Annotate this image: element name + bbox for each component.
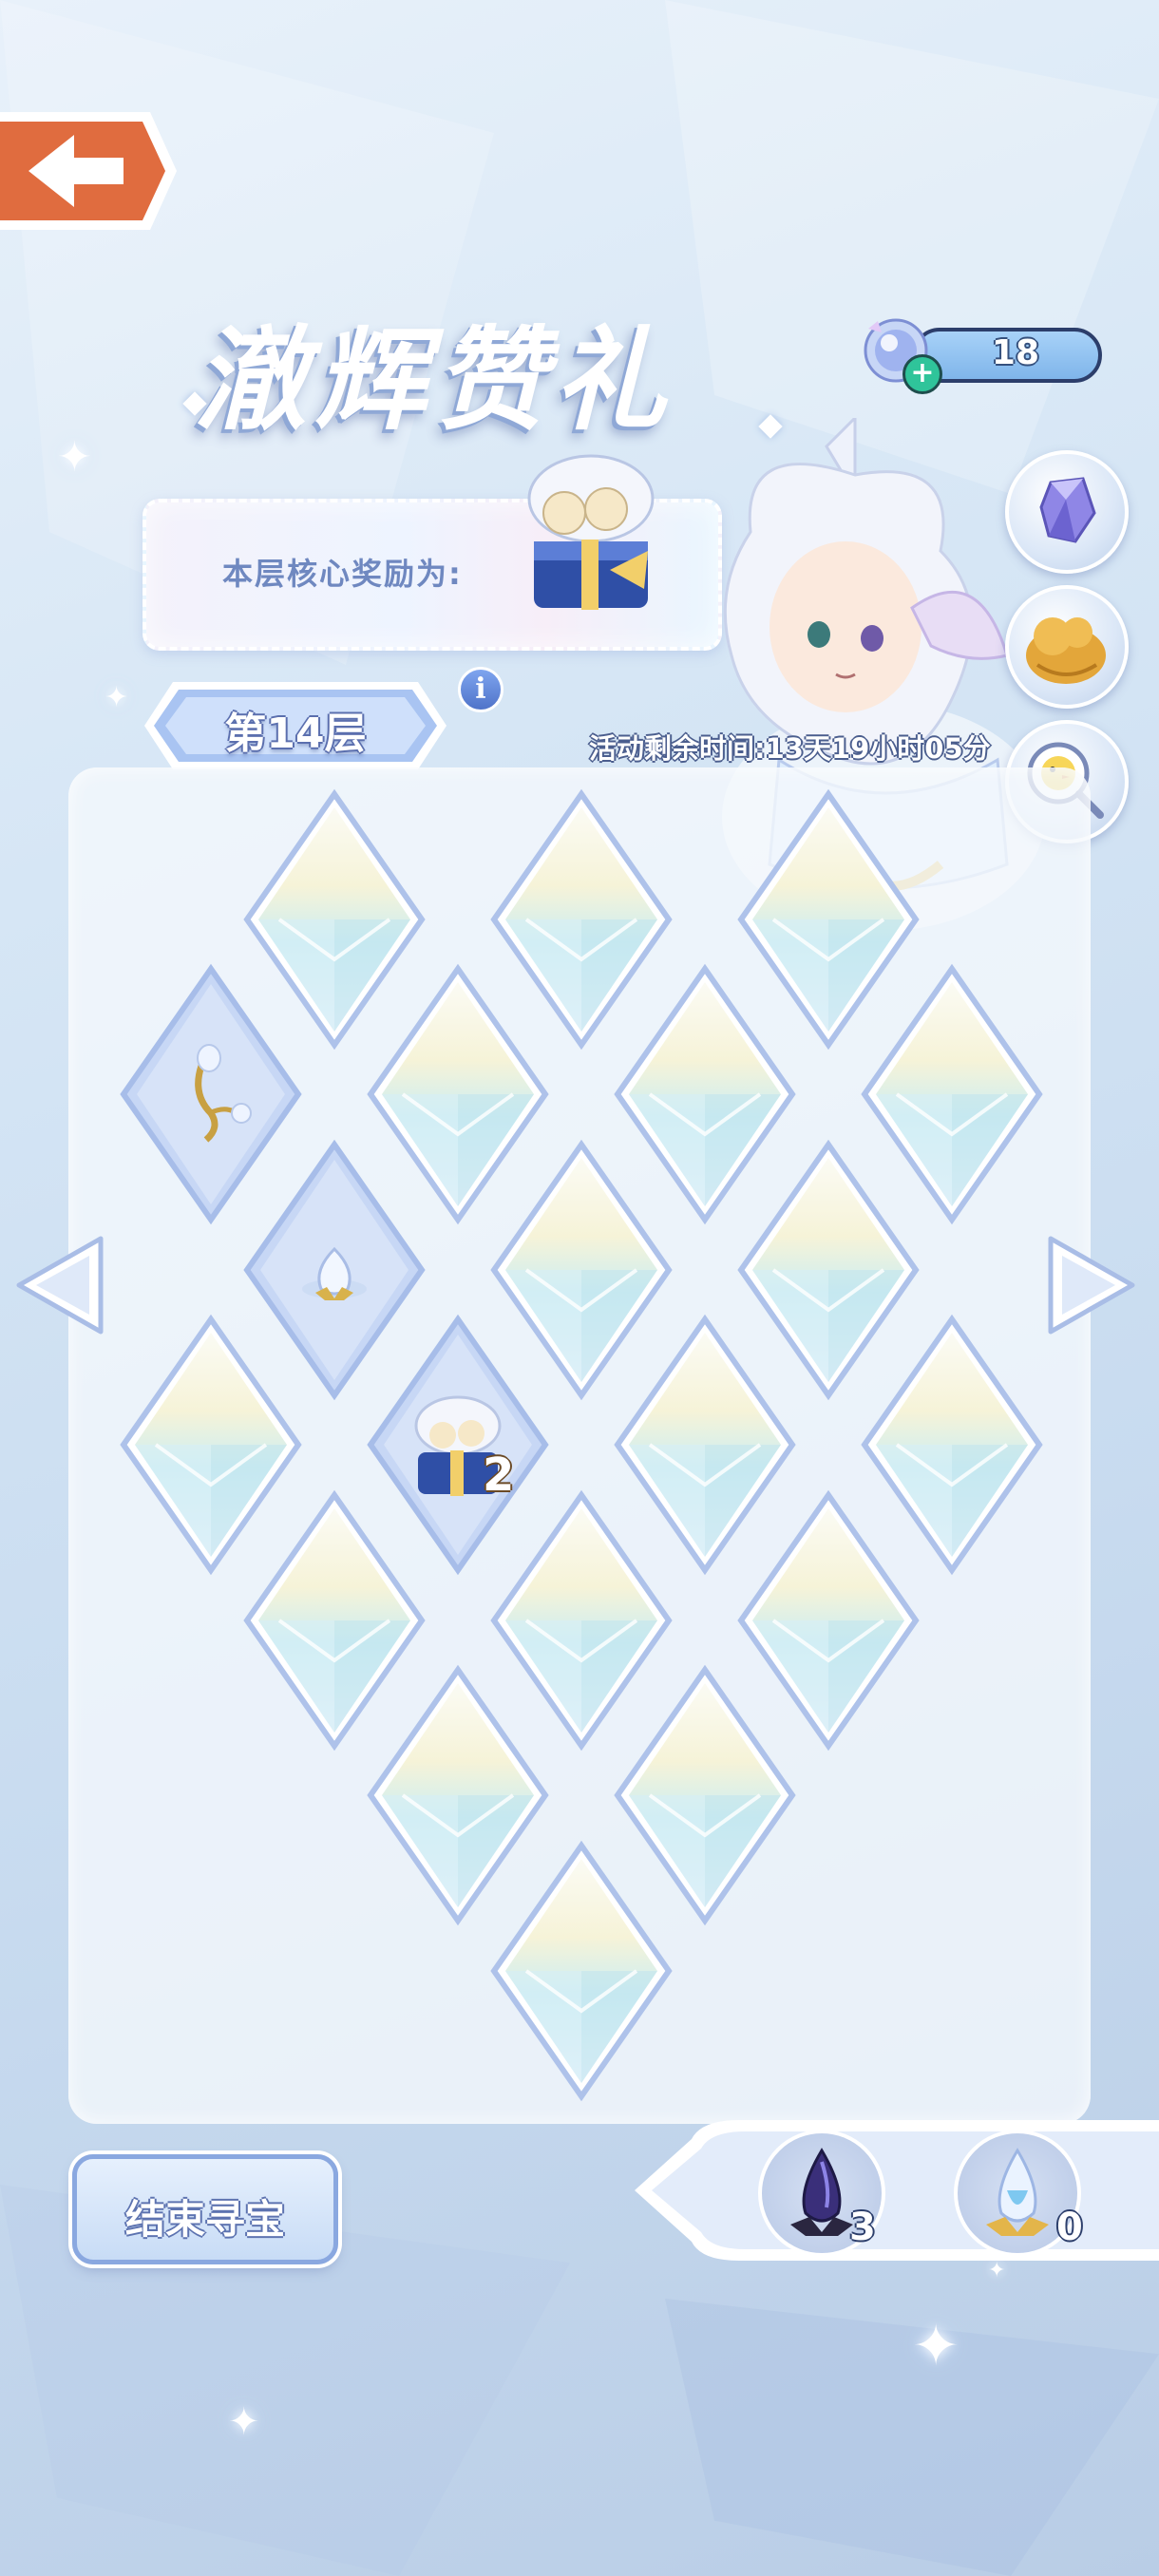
- golden-flower-branch-icon: [195, 1044, 252, 1143]
- add-currency-button[interactable]: +: [902, 354, 942, 394]
- end-button-label: 结束寻宝: [124, 2196, 285, 2243]
- floor-label: 第14层: [224, 710, 367, 758]
- time-remaining-text: 活动剩余时间:13天19小时05分: [589, 732, 991, 765]
- golden-lion-button[interactable]: [1005, 585, 1129, 709]
- back-button[interactable]: [0, 106, 179, 236]
- crystal-tile[interactable]: [488, 1840, 674, 2102]
- crystal-shop-button[interactable]: [1005, 450, 1129, 574]
- golden-lion-icon: [1026, 617, 1106, 684]
- next-floor-arrow[interactable]: [1047, 1233, 1138, 1337]
- crystal-seed-icon: [302, 1246, 367, 1300]
- sparkle-decoration: ✦: [57, 433, 92, 482]
- prev-floor-arrow[interactable]: [13, 1233, 104, 1337]
- light-crystal-count: 0: [1056, 2206, 1083, 2249]
- crystal-shop-icon: [1039, 477, 1096, 543]
- back-arrow-icon: [0, 112, 177, 230]
- info-icon[interactable]: i: [458, 667, 504, 712]
- sparkle-decoration: ✦: [104, 681, 129, 714]
- gift-box-icon[interactable]: [515, 446, 667, 627]
- end-treasure-hunt-button[interactable]: 结束寻宝: [72, 2154, 338, 2264]
- sparkle-decoration: ✦: [228, 2400, 260, 2444]
- currency-value: 18: [991, 333, 1039, 372]
- core-reward-label: 本层核心奖励为:: [222, 556, 463, 592]
- dark-crystal-count: 3: [849, 2206, 876, 2249]
- inventory-panel: 3 0: [635, 2111, 1159, 2270]
- sparkle-decoration: ✦: [912, 2313, 960, 2379]
